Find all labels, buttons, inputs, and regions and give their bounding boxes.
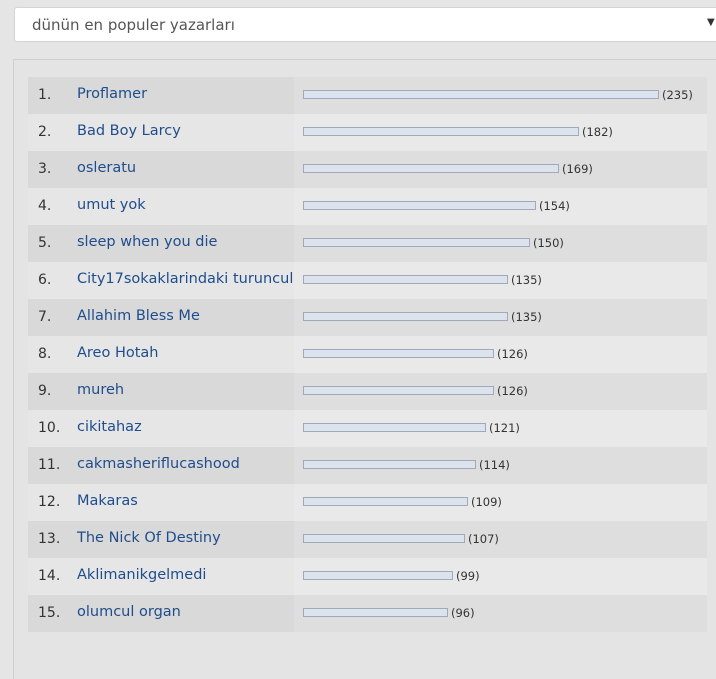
entry-count-bar [303,164,559,173]
table-row: 4. umut yok (154) [28,188,707,225]
table-row: 15. olumcul organ (96) [28,595,707,632]
author-link[interactable]: olumcul organ [77,604,181,620]
bar-cell: (235) [294,77,707,114]
author-link[interactable]: Allahim Bless Me [77,308,200,324]
table-row: 8. Areo Hotah (126) [28,336,707,373]
entry-count-label: (150) [533,236,564,250]
author-link[interactable]: osleratu [77,160,136,176]
entry-count-bar [303,534,465,543]
entry-count-bar [303,238,530,247]
rank-number: 11. [38,457,61,473]
entry-count-bar [303,460,476,469]
rank-number: 5. [38,235,52,251]
rank-number: 7. [38,309,52,325]
rank-number: 3. [38,161,52,177]
entry-count-label: (135) [511,310,542,324]
author-link[interactable]: Aklimanikgelmedi [77,567,206,583]
author-link[interactable]: sleep when you die [77,234,217,250]
author-link[interactable]: cikitahaz [77,419,142,435]
entry-count-label: (154) [539,199,570,213]
rank-number: 6. [38,272,52,288]
bar-cell: (121) [294,410,707,447]
rank-number: 8. [38,346,52,362]
entry-count-bar [303,275,508,284]
table-row: 7. Allahim Bless Me (135) [28,299,707,336]
table-row: 14. Aklimanikgelmedi (99) [28,558,707,595]
entry-count-label: (235) [662,88,693,102]
period-select-value: dünün en populer yazarları [32,16,235,34]
entry-count-bar [303,127,579,136]
entry-count-label: (107) [468,532,499,546]
entry-count-bar [303,312,508,321]
table-row: 6. City17sokaklarindaki turunculu (135) [28,262,707,299]
entry-count-bar [303,349,494,358]
table-row: 9. mureh (126) [28,373,707,410]
entry-count-label: (121) [489,421,520,435]
bar-cell: (135) [294,299,707,336]
entry-count-label: (109) [471,495,502,509]
bar-cell: (135) [294,262,707,299]
bar-cell: (126) [294,336,707,373]
rank-number: 1. [38,87,52,103]
chevron-down-icon: ▼ [707,17,715,28]
table-row: 5. sleep when you die (150) [28,225,707,262]
entry-count-label: (126) [497,384,528,398]
rank-number: 4. [38,198,52,214]
bar-cell: (109) [294,484,707,521]
rank-number: 2. [38,124,52,140]
rank-number: 15. [38,605,61,621]
rank-number: 12. [38,494,61,510]
entry-count-label: (135) [511,273,542,287]
author-link[interactable]: City17sokaklarindaki turunculu [77,271,303,287]
rank-number: 10. [38,420,61,436]
author-link[interactable]: umut yok [77,197,146,213]
bar-cell: (150) [294,225,707,262]
bar-cell: (126) [294,373,707,410]
entry-count-label: (182) [582,125,613,139]
entry-count-bar [303,423,486,432]
author-link[interactable]: Makaras [77,493,138,509]
table-row: 13. The Nick Of Destiny (107) [28,521,707,558]
entry-count-label: (126) [497,347,528,361]
author-link[interactable]: cakmasheriflucashood [77,456,240,472]
bar-cell: (107) [294,521,707,558]
entry-count-bar [303,201,536,210]
entry-count-label: (114) [479,458,510,472]
entry-count-bar [303,386,494,395]
entry-count-label: (169) [562,162,593,176]
author-link[interactable]: The Nick Of Destiny [77,530,221,546]
table-row: 11. cakmasheriflucashood (114) [28,447,707,484]
bar-cell: (182) [294,114,707,151]
bar-cell: (154) [294,188,707,225]
author-link[interactable]: Bad Boy Larcy [77,123,181,139]
rank-number: 9. [38,383,52,399]
entry-count-label: (96) [451,606,475,620]
bar-cell: (96) [294,595,707,632]
author-link[interactable]: Proflamer [77,86,147,102]
entry-count-bar [303,90,659,99]
author-link[interactable]: Areo Hotah [77,345,159,361]
author-ranking-list: 1. Proflamer (235) 2. Bad Boy Larcy (182) 3. os… [28,77,707,632]
period-select[interactable]: dünün en populer yazarları ▼ [14,7,716,42]
entry-count-label: (99) [456,569,480,583]
bar-cell: (99) [294,558,707,595]
table-row: 3. osleratu (169) [28,151,707,188]
table-row: 10. cikitahaz (121) [28,410,707,447]
table-row: 12. Makaras (109) [28,484,707,521]
rank-number: 14. [38,568,61,584]
rank-number: 13. [38,531,61,547]
table-row: 1. Proflamer (235) [28,77,707,114]
entry-count-bar [303,497,468,506]
table-row: 2. Bad Boy Larcy (182) [28,114,707,151]
entry-count-bar [303,608,448,617]
bar-cell: (114) [294,447,707,484]
entry-count-bar [303,571,453,580]
bar-cell: (169) [294,151,707,188]
author-link[interactable]: mureh [77,382,124,398]
